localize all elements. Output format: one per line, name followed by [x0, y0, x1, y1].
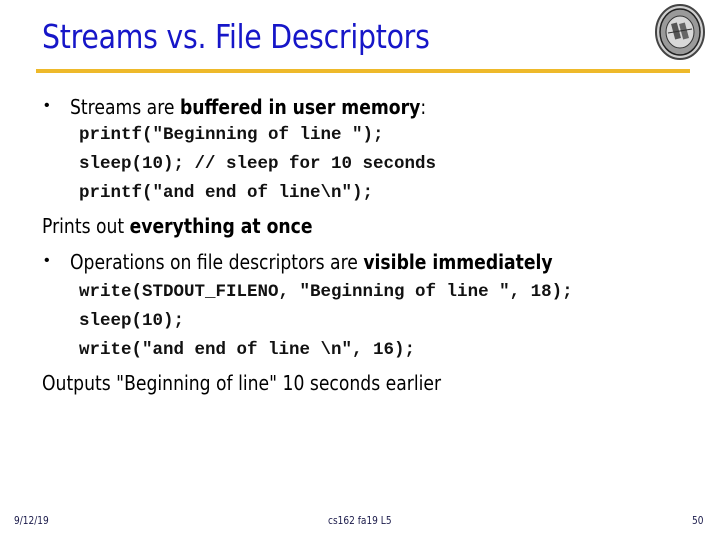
- code-line: write("and end of line \n", 16);: [79, 340, 416, 360]
- result-emphasis: everything at once: [129, 214, 313, 238]
- result-streams: Prints out everything at once: [42, 214, 313, 238]
- bullet-text: Operations on file descriptors are: [70, 250, 364, 274]
- bullet-emphasis: buffered in user memory: [179, 95, 421, 119]
- bullet-marker: •: [44, 252, 50, 269]
- bullet-text: Streams are: [70, 95, 180, 119]
- bullet-file-descriptors: Operations on file descriptors are visib…: [70, 250, 553, 274]
- university-seal-icon: [654, 3, 706, 61]
- footer-course: cs162 fa19 L5: [328, 514, 392, 527]
- code-line: sleep(10);: [79, 311, 185, 331]
- code-line: printf("Beginning of line ");: [79, 125, 384, 145]
- code-line: printf("and end of line\n");: [79, 183, 374, 203]
- bullet-streams: Streams are buffered in user memory:: [70, 95, 426, 119]
- slide-title: Streams vs. File Descriptors: [42, 17, 430, 56]
- bullet-emphasis: visible immediately: [363, 250, 553, 274]
- result-file-descriptors: Outputs "Beginning of line" 10 seconds e…: [42, 371, 442, 395]
- title-underline: [36, 69, 690, 73]
- code-line: write(STDOUT_FILENO, "Beginning of line …: [79, 282, 573, 302]
- footer-date: 9/12/19: [14, 514, 49, 527]
- result-text: Prints out: [42, 214, 130, 238]
- footer-page-number: 50: [692, 514, 704, 527]
- code-line: sleep(10); // sleep for 10 seconds: [79, 154, 437, 174]
- bullet-suffix: :: [420, 95, 427, 119]
- bullet-marker: •: [44, 97, 50, 114]
